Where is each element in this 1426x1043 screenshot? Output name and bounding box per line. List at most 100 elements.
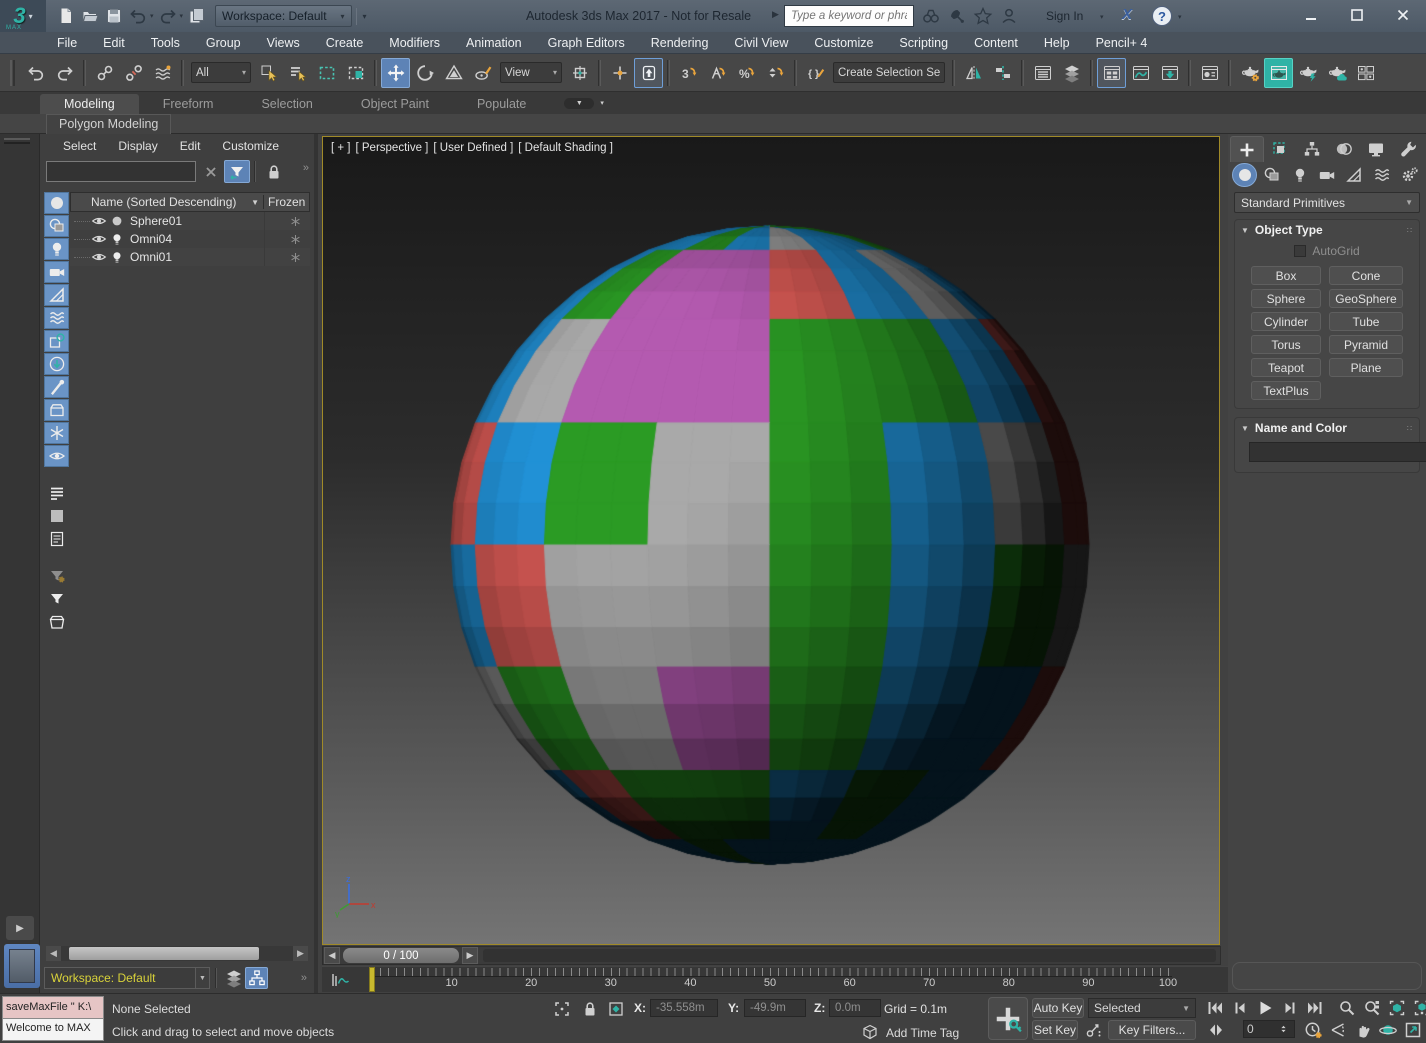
primitive-button[interactable]: Plane — [1329, 358, 1403, 377]
display-influences-icon[interactable] — [44, 482, 69, 504]
maximize-button[interactable] — [1334, 0, 1380, 30]
rendered-frame-window-icon[interactable] — [1264, 58, 1293, 88]
add-time-tag-label[interactable]: Add Time Tag — [886, 1026, 959, 1040]
render-in-cloud-icon[interactable] — [1322, 58, 1351, 88]
percent-snap-icon[interactable]: % — [732, 58, 761, 88]
project-folder-icon[interactable] — [185, 4, 209, 28]
geometry-category-icon[interactable] — [1232, 163, 1257, 187]
frozen-toggle-icon[interactable] — [264, 248, 310, 266]
display-properties-icon[interactable] — [44, 528, 69, 550]
object-type-rollout-header[interactable]: ▼ Object Type ∷ — [1235, 220, 1419, 240]
material-editor-icon[interactable] — [1195, 58, 1224, 88]
layer-explorer-icon[interactable] — [1028, 58, 1057, 88]
search-binoculars-icon[interactable] — [918, 4, 944, 28]
toolbar-grip[interactable] — [10, 60, 15, 86]
display-xrefs-icon[interactable] — [44, 353, 69, 375]
menu-item[interactable]: Views — [254, 32, 313, 54]
filter-container-icon[interactable] — [44, 611, 69, 633]
ribbon-tab[interactable]: Object Paint — [337, 94, 453, 114]
reference-coordinate-dropdown[interactable]: View▾ — [500, 62, 562, 83]
explorer-menu-item[interactable]: Display — [107, 135, 168, 157]
absolute-offset-mode-icon[interactable] — [604, 998, 628, 1020]
undo-icon[interactable] — [21, 58, 50, 88]
sign-in-caret-icon[interactable]: ▾ — [1100, 13, 1104, 21]
cameras-category-icon[interactable] — [1314, 163, 1339, 187]
display-helpers-icon[interactable] — [44, 284, 69, 306]
motion-tab-icon[interactable] — [1328, 136, 1360, 162]
select-and-rotate-icon[interactable] — [410, 58, 439, 88]
selection-filter-dropdown[interactable]: All▾ — [191, 62, 251, 83]
angle-snap-icon[interactable] — [703, 58, 732, 88]
play-animation-icon[interactable] — [1252, 997, 1277, 1019]
hierarchy-view-icon[interactable] — [245, 967, 268, 989]
primitive-button[interactable]: Tube — [1329, 312, 1403, 331]
clear-search-icon[interactable] — [202, 163, 220, 181]
explorer-menu-item[interactable]: Select — [52, 135, 107, 157]
selection-lock-icon[interactable] — [578, 998, 602, 1020]
y-coordinate-field[interactable]: -49.9m — [744, 999, 806, 1017]
ribbon-toggle-icon[interactable] — [1155, 58, 1184, 88]
viewport-label-segment[interactable]: [ + ] — [331, 142, 351, 154]
viewport-canvas[interactable] — [323, 137, 1219, 944]
select-and-manipulate-icon[interactable] — [605, 58, 634, 88]
dock-grip[interactable] — [4, 138, 30, 144]
orbit-icon[interactable] — [1375, 1019, 1400, 1041]
current-frame-marker[interactable] — [369, 967, 375, 992]
sign-in-button[interactable]: Sign In — [1046, 9, 1083, 23]
zoom-all-icon[interactable] — [1359, 997, 1384, 1019]
display-shapes-icon[interactable] — [44, 215, 69, 237]
go-to-end-icon[interactable] — [1302, 997, 1327, 1019]
mirror-icon[interactable] — [959, 58, 988, 88]
manage-layers-icon[interactable] — [1057, 58, 1086, 88]
frame-spinner-icon[interactable] — [1279, 1023, 1291, 1035]
explorer-menu-item[interactable]: Edit — [169, 135, 212, 157]
rollout-grip-icon[interactable]: ∷ — [1407, 424, 1413, 433]
primitive-button[interactable]: Cone — [1329, 266, 1403, 285]
scene-explorer-toggle-icon[interactable] — [1097, 58, 1126, 88]
name-column-header[interactable]: Name (Sorted Descending)▼ — [71, 195, 263, 209]
visibility-eye-icon[interactable] — [90, 249, 108, 265]
curve-editor-icon[interactable] — [1126, 58, 1155, 88]
utilities-tab-icon[interactable] — [1392, 136, 1424, 162]
set-keys-button[interactable] — [988, 997, 1028, 1040]
menu-item[interactable]: Help — [1031, 32, 1083, 54]
help-icon[interactable]: ? — [1152, 6, 1172, 26]
user-icon[interactable] — [996, 4, 1022, 28]
menu-item[interactable]: Modifiers — [376, 32, 453, 54]
spinner-snap-icon[interactable] — [761, 58, 790, 88]
visibility-eye-icon[interactable] — [90, 231, 108, 247]
undo-caret-icon[interactable]: ▾ — [150, 12, 154, 20]
ribbon-tab[interactable]: Populate — [453, 94, 550, 114]
display-space-warps-icon[interactable] — [44, 307, 69, 329]
select-and-place-icon[interactable] — [468, 58, 497, 88]
snaps-toggle-3d-icon[interactable]: 3 — [674, 58, 703, 88]
explorer-bottom-chevron[interactable]: » — [301, 972, 310, 984]
next-frame-icon[interactable] — [1277, 997, 1302, 1019]
select-and-link-icon[interactable] — [90, 58, 119, 88]
open-file-icon[interactable] — [78, 4, 102, 28]
ribbon-tab[interactable]: Freeform — [139, 94, 238, 114]
frozen-toggle-icon[interactable] — [264, 212, 310, 230]
menu-item[interactable]: Tools — [138, 32, 193, 54]
select-and-move-icon[interactable] — [381, 58, 410, 88]
select-by-name-icon[interactable] — [283, 58, 312, 88]
render-gallery-icon[interactable] — [1351, 58, 1380, 88]
visibility-eye-icon[interactable] — [90, 213, 108, 229]
frozen-column-header[interactable]: Frozen — [263, 195, 309, 209]
key-mode-toggle-icon[interactable] — [1204, 1019, 1228, 1041]
x-coordinate-field[interactable]: -35.558m — [650, 999, 718, 1017]
primitive-button[interactable]: Pyramid — [1329, 335, 1403, 354]
quick-access-overflow-icon[interactable]: ▾ — [356, 8, 373, 25]
filter-custom-icon[interactable] — [44, 565, 69, 587]
display-groups-icon[interactable] — [44, 330, 69, 352]
auto-key-button[interactable]: Auto Key — [1032, 998, 1084, 1018]
menu-item[interactable]: Group — [193, 32, 254, 54]
explorer-row[interactable]: Sphere01 — [70, 212, 310, 230]
use-pivot-point-icon[interactable] — [565, 58, 594, 88]
menu-item[interactable]: Graph Editors — [535, 32, 638, 54]
primitive-button[interactable]: Cylinder — [1251, 312, 1321, 331]
new-scene-icon[interactable] — [54, 4, 78, 28]
isolate-selection-icon[interactable] — [550, 998, 574, 1020]
named-selection-sets-dropdown[interactable]: Create Selection Se▾ — [833, 62, 945, 83]
lock-explorer-icon[interactable] — [262, 160, 286, 183]
